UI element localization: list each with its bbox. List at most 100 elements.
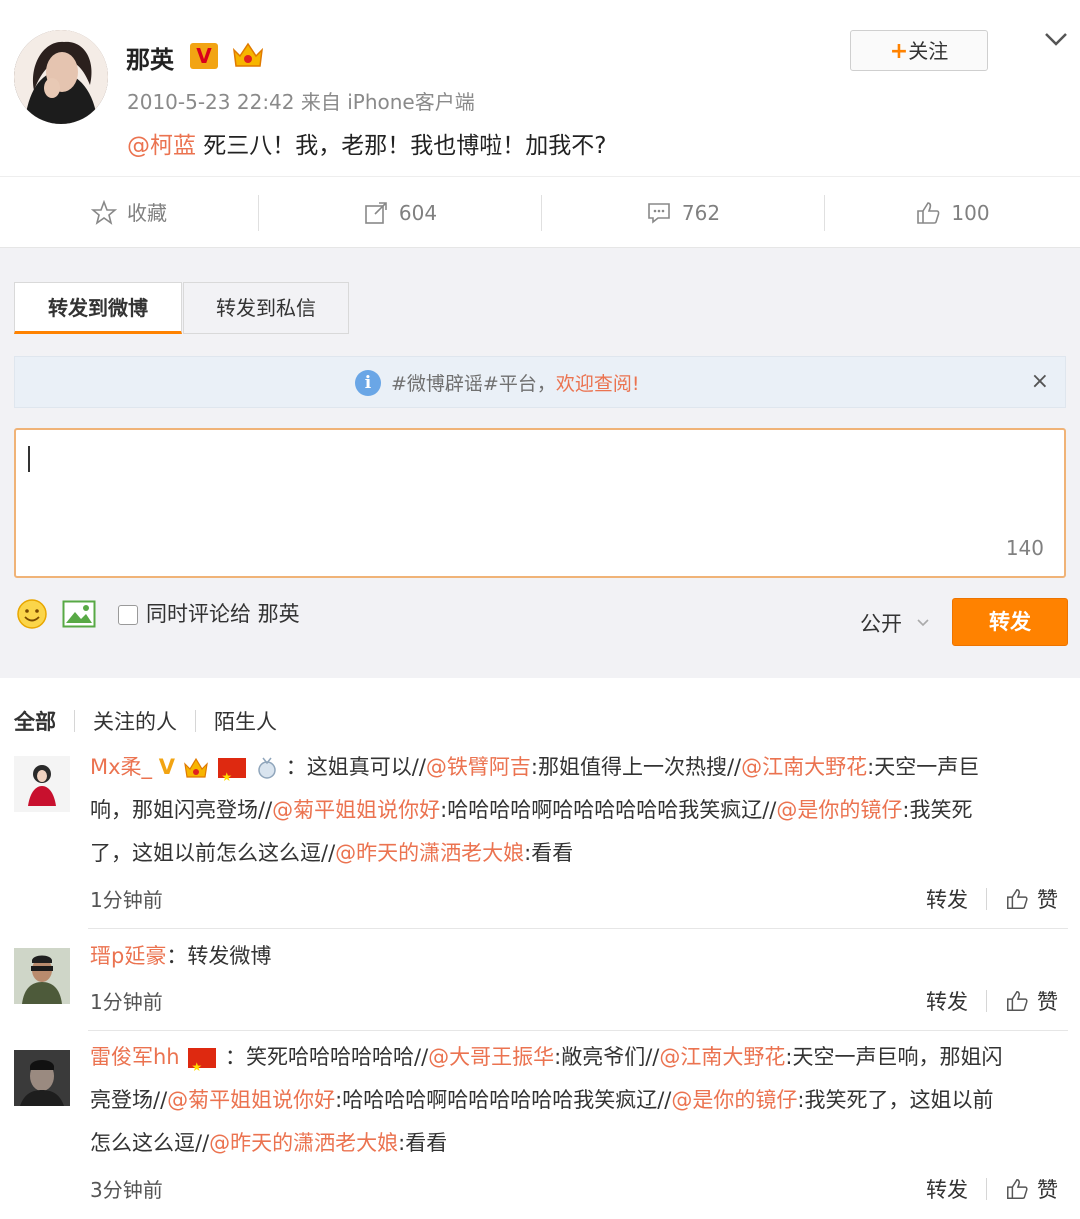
- thumbs-up-icon[interactable]: [1005, 1177, 1029, 1201]
- comment-actions: 转发 赞: [926, 1174, 1058, 1204]
- separator: ：: [225, 1045, 246, 1069]
- notice-prefix: #微博辟谣#平台，: [391, 373, 556, 395]
- comment-text: :看看: [398, 1131, 448, 1155]
- comment-repost-button[interactable]: 转发: [926, 1174, 968, 1204]
- author-avatar[interactable]: [14, 30, 108, 124]
- post-text: @柯蓝 死三八！我，老那！我也博啦！加我不?: [127, 126, 607, 160]
- verified-v-icon: V: [158, 755, 175, 779]
- commenter-avatar[interactable]: [14, 1050, 70, 1106]
- tab-repost-private[interactable]: 转发到私信: [183, 282, 349, 334]
- comment-text: :天空一声巨响，那姐闪: [785, 1045, 1003, 1069]
- post-mention-link[interactable]: @柯蓝: [127, 133, 196, 159]
- comment-repost-button[interactable]: 转发: [926, 884, 968, 914]
- comment-like-button[interactable]: 赞: [1037, 1174, 1058, 1204]
- mention-link[interactable]: @是你的镜仔: [776, 798, 902, 822]
- notice-link[interactable]: 欢迎查阅!: [556, 373, 640, 395]
- filter-strangers[interactable]: 陌生人: [214, 706, 277, 736]
- rumor-notice-bar: i #微博辟谣#平台，欢迎查阅! ×: [14, 356, 1066, 408]
- commenter-avatar[interactable]: [14, 756, 70, 812]
- chevron-down-icon: [917, 619, 929, 627]
- comment-text: :我笑死了，这姐以前: [797, 1088, 994, 1112]
- close-icon[interactable]: ×: [1031, 369, 1049, 394]
- separator: ：: [285, 755, 307, 779]
- verified-v-icon: V: [190, 43, 218, 69]
- repost-textarea[interactable]: 140: [14, 428, 1066, 578]
- also-comment-label[interactable]: 同时评论给 那英: [146, 598, 300, 628]
- divider: [986, 888, 987, 910]
- comment-count: 762: [681, 201, 721, 225]
- divider: [986, 1178, 987, 1200]
- divider: [195, 710, 196, 732]
- char-counter: 140: [1005, 536, 1044, 560]
- vip-crown-icon: [230, 40, 266, 70]
- plus-icon: +: [889, 39, 909, 64]
- comment-action[interactable]: 762: [542, 177, 824, 249]
- comment-username[interactable]: Mx柔_: [90, 755, 152, 779]
- comment-time: 1分钟前: [90, 990, 163, 1014]
- comment-item: Mx柔_ V ：这姐真可以//@铁臂阿吉:那姐值得上一次热搜//@江南大野花:天…: [90, 746, 1065, 875]
- repost-icon: [365, 202, 387, 224]
- post-action-bar: 收藏 604 762 100: [0, 176, 1080, 248]
- comment-like-button[interactable]: 赞: [1037, 986, 1058, 1016]
- image-icon[interactable]: [62, 600, 96, 628]
- comment-text: :看看: [524, 841, 574, 865]
- comment-actions: 转发 赞: [926, 884, 1058, 914]
- mention-link[interactable]: @铁臂阿吉: [426, 755, 531, 779]
- mention-link[interactable]: @江南大野花: [659, 1045, 785, 1069]
- star-icon: [91, 200, 117, 225]
- comment-text: 转发微博: [187, 944, 272, 968]
- thumbs-up-icon: [917, 202, 940, 224]
- comment-time: 1分钟前: [90, 888, 163, 912]
- mention-link[interactable]: @昨天的潇洒老大娘: [209, 1131, 398, 1155]
- tab-repost-weibo[interactable]: 转发到微博: [14, 282, 182, 334]
- thumbs-up-icon[interactable]: [1005, 989, 1029, 1013]
- comment-item: 雷俊军hh ：笑死哈哈哈哈哈哈//@大哥王振华:敞亮爷们//@江南大野花:天空一…: [90, 1036, 1065, 1165]
- commenter-avatar[interactable]: [14, 948, 70, 1004]
- filter-following[interactable]: 关注的人: [93, 706, 177, 736]
- info-icon: i: [355, 369, 381, 396]
- comment-text: :敞亮爷们//: [554, 1045, 660, 1069]
- mention-link[interactable]: @菊平姐姐说你好: [272, 798, 440, 822]
- comment-item: 瑨p延豪：转发微博: [90, 935, 271, 978]
- comment-text: 笑死哈哈哈哈哈哈//: [246, 1045, 429, 1069]
- repost-submit-button[interactable]: 转发: [952, 598, 1068, 646]
- comment-like-button[interactable]: 赞: [1037, 884, 1058, 914]
- notice-text: #微博辟谣#平台，欢迎查阅!: [391, 369, 639, 396]
- comment-text: 亮登场//: [90, 1088, 168, 1112]
- mention-link[interactable]: @菊平姐姐说你好: [167, 1088, 335, 1112]
- comment-text: :哈哈哈哈啊哈哈哈哈哈哈我笑疯辽//: [335, 1088, 672, 1112]
- repost-action[interactable]: 604: [259, 177, 541, 249]
- visibility-select[interactable]: 公开: [860, 608, 930, 638]
- favorite-label: 收藏: [127, 201, 167, 225]
- comment-text: 响，那姐闪亮登场//: [90, 798, 273, 822]
- comment-text: :我笑死: [902, 798, 973, 822]
- china-flag-icon: [218, 756, 247, 799]
- also-comment-checkbox[interactable]: [118, 605, 138, 625]
- comment-repost-button[interactable]: 转发: [926, 986, 968, 1016]
- china-flag-icon: [188, 1046, 217, 1089]
- separator: ：: [166, 944, 188, 968]
- author-name[interactable]: 那英: [126, 40, 174, 75]
- comment-text: :哈哈哈哈啊哈哈哈哈哈哈我笑疯辽//: [440, 798, 777, 822]
- repost-count: 604: [398, 201, 438, 225]
- comment-username[interactable]: 雷俊军hh: [90, 1045, 180, 1069]
- divider: [88, 928, 1068, 929]
- visibility-value: 公开: [860, 612, 902, 636]
- chevron-down-icon[interactable]: [1042, 30, 1070, 50]
- mention-link[interactable]: @昨天的潇洒老大娘: [335, 841, 524, 865]
- comment-icon: [648, 203, 670, 224]
- mention-link[interactable]: @是你的镜仔: [671, 1088, 797, 1112]
- mention-link[interactable]: @江南大野花: [741, 755, 867, 779]
- thumbs-up-icon[interactable]: [1005, 887, 1029, 911]
- divider: [986, 990, 987, 1012]
- emoji-icon[interactable]: [16, 598, 48, 630]
- follow-button[interactable]: +关注: [850, 30, 988, 71]
- comment-filter-tabs: 全部 关注的人 陌生人: [14, 706, 277, 736]
- filter-all[interactable]: 全部: [14, 706, 56, 736]
- favorite-action[interactable]: 收藏: [0, 177, 258, 249]
- comment-username[interactable]: 瑨p延豪: [90, 944, 166, 968]
- mention-link[interactable]: @大哥王振华: [428, 1045, 554, 1069]
- like-count: 100: [951, 201, 990, 225]
- like-action[interactable]: 100: [825, 177, 1080, 249]
- text-caret: [28, 446, 30, 472]
